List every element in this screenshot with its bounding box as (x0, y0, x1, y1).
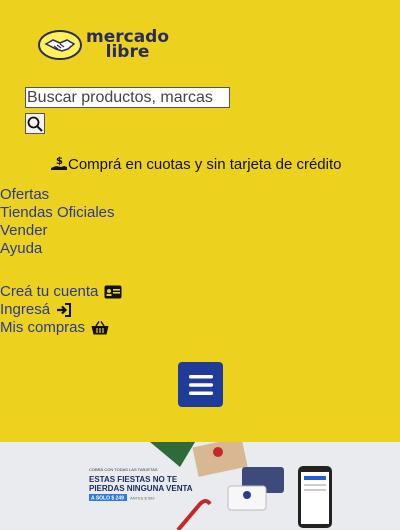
main-nav: Ofertas Tiendas Oficiales Vender Ayuda (0, 186, 115, 258)
mercadolibre-logo[interactable]: mercado libre (38, 29, 169, 62)
logo-text-line2: libre (105, 42, 150, 62)
banner-headline-1: ESTAS FIESTAS NO TE (89, 475, 178, 484)
svg-text:$: $ (56, 156, 63, 167)
promo-banner[interactable]: COBRÁ CON TODAS LAS TARJETAS ESTAS FIEST… (0, 442, 400, 530)
banner-old-price: ANTES $ 599 (130, 496, 155, 501)
nav-tiendas-oficiales[interactable]: Tiendas Oficiales (0, 204, 115, 222)
login-link[interactable]: Ingresá (0, 301, 122, 319)
nav-ofertas[interactable]: Ofertas (0, 186, 115, 204)
search-bar (25, 87, 230, 108)
hamburger-menu-icon (188, 374, 213, 395)
shopping-basket-icon (91, 321, 109, 335)
id-card-icon (104, 285, 122, 299)
my-purchases-label: Mis compras (0, 319, 86, 336)
search-button[interactable] (25, 113, 45, 134)
menu-button[interactable] (178, 362, 223, 407)
create-account-link[interactable]: Creá tu cuenta (0, 283, 122, 301)
banner-image: COBRÁ CON TODAS LAS TARJETAS ESTAS FIEST… (0, 442, 400, 530)
promo-text: Comprá en cuotas y sin tarjeta de crédit… (68, 155, 342, 173)
handshake-logo-icon (38, 30, 82, 60)
banner-price: A SOLO $ 249 (91, 496, 124, 502)
nav-vender[interactable]: Vender (0, 222, 115, 240)
my-purchases-link[interactable]: Mis compras (0, 319, 122, 337)
sign-in-icon (57, 303, 72, 317)
banner-headline-2: PIERDAS NINGUNA VENTA (89, 484, 193, 493)
login-label: Ingresá (0, 301, 51, 318)
hand-money-icon: $ (51, 156, 67, 170)
installments-promo[interactable]: $ Comprá en cuotas y sin tarjeta de créd… (50, 155, 341, 173)
create-account-label: Creá tu cuenta (0, 283, 99, 300)
account-links: Creá tu cuenta Ingresá Mis compras (0, 283, 122, 337)
banner-small-text: COBRÁ CON TODAS LAS TARJETAS (89, 467, 158, 472)
search-input[interactable] (25, 87, 230, 108)
search-icon (27, 116, 43, 132)
nav-ayuda[interactable]: Ayuda (0, 240, 115, 258)
